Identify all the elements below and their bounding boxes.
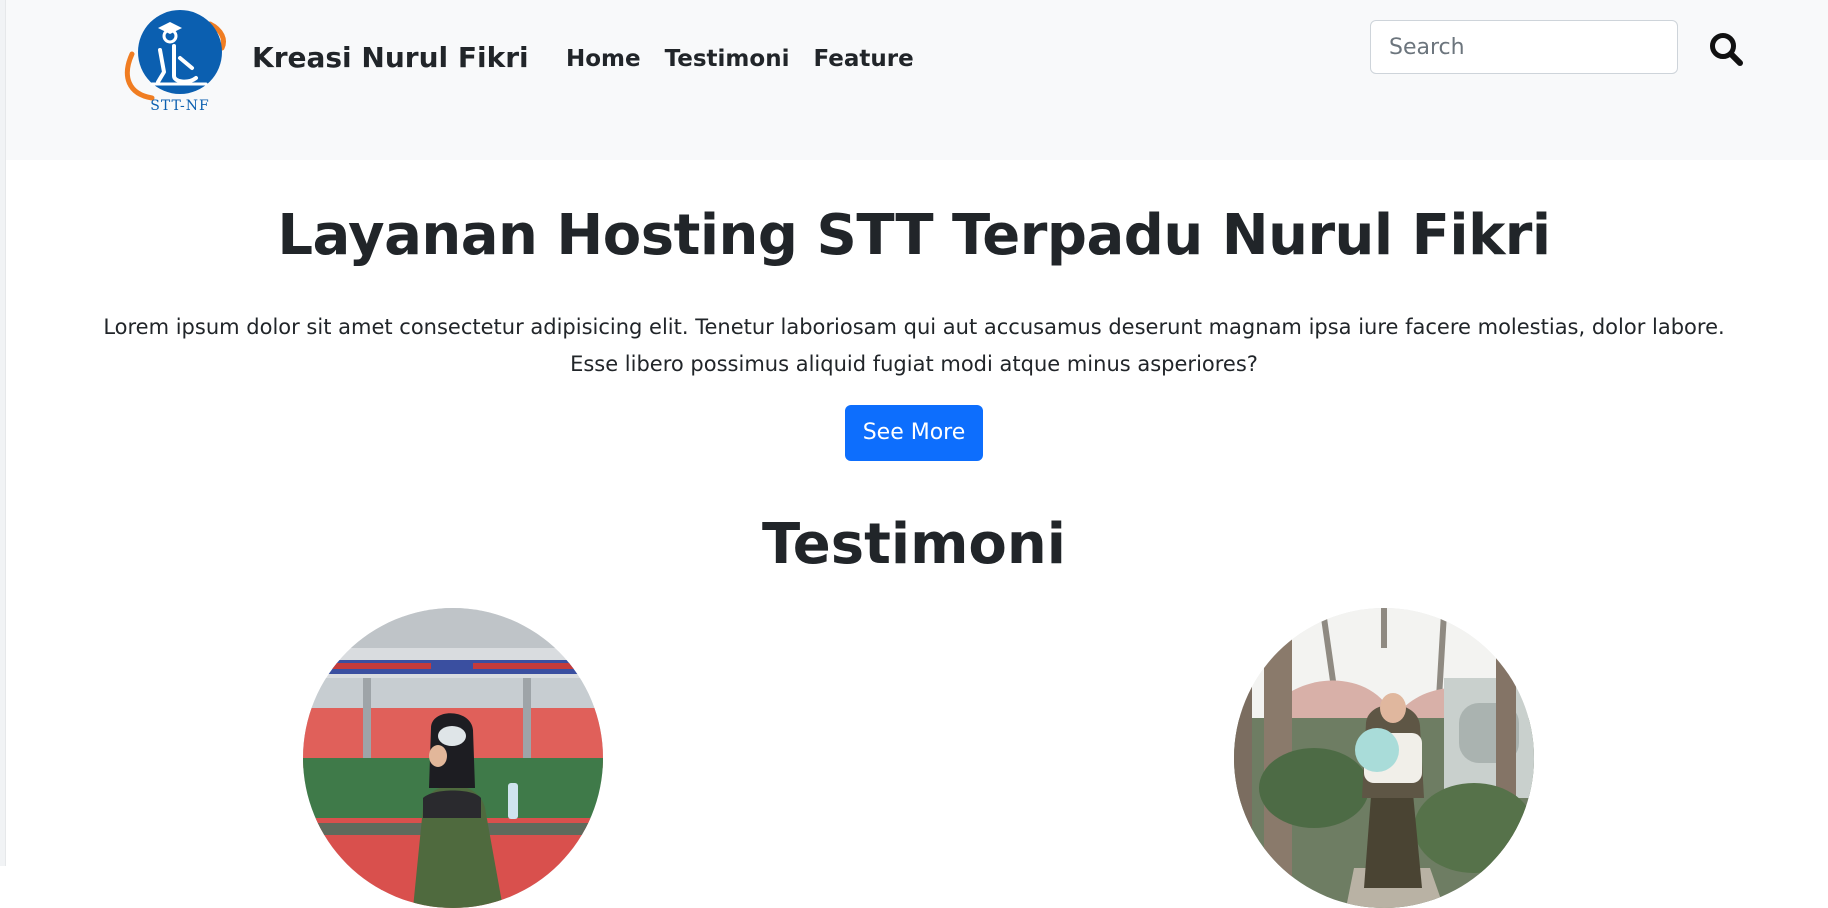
hero-section: Layanan Hosting STT Terpadu Nurul Fikri … <box>0 160 1828 462</box>
see-more-button[interactable]: See More <box>844 405 984 462</box>
nav-link-home[interactable]: Home <box>566 46 641 72</box>
graduate-figure-logo-icon: STT-NF <box>118 6 248 116</box>
search-button[interactable] <box>1704 28 1748 72</box>
nav-link-feature[interactable]: Feature <box>813 46 913 72</box>
search-input[interactable] <box>1370 20 1678 74</box>
brand-name: Kreasi Nurul Fikri <box>252 40 529 74</box>
nav-link-testimoni[interactable]: Testimoni <box>665 46 790 72</box>
testimonial-photo-train-station-icon <box>303 608 603 908</box>
hero-text-line-2: Esse libero possimus aliquid fugiat modi… <box>570 352 1258 377</box>
testimonial-avatar-2 <box>1234 608 1534 908</box>
navbar: STT-NF Kreasi Nurul Fikri Home Testimoni… <box>6 0 1828 160</box>
search-icon <box>1710 32 1743 66</box>
hero-title: Layanan Hosting STT Terpadu Nurul Fikri <box>277 203 1551 268</box>
hero-text-line-1: Lorem ipsum dolor sit amet consectetur a… <box>103 315 1725 340</box>
hero-description: Lorem ipsum dolor sit amet consectetur a… <box>94 309 1734 383</box>
brand-link[interactable]: STT-NF Kreasi Nurul Fikri <box>118 6 529 116</box>
testimonial-photo-garden-icon <box>1234 608 1534 908</box>
main-nav: Home Testimoni Feature <box>566 46 914 72</box>
testimonial-avatar-1 <box>303 608 603 908</box>
testimoni-title: Testimoni <box>762 512 1066 577</box>
logo-caption: STT-NF <box>150 98 209 114</box>
